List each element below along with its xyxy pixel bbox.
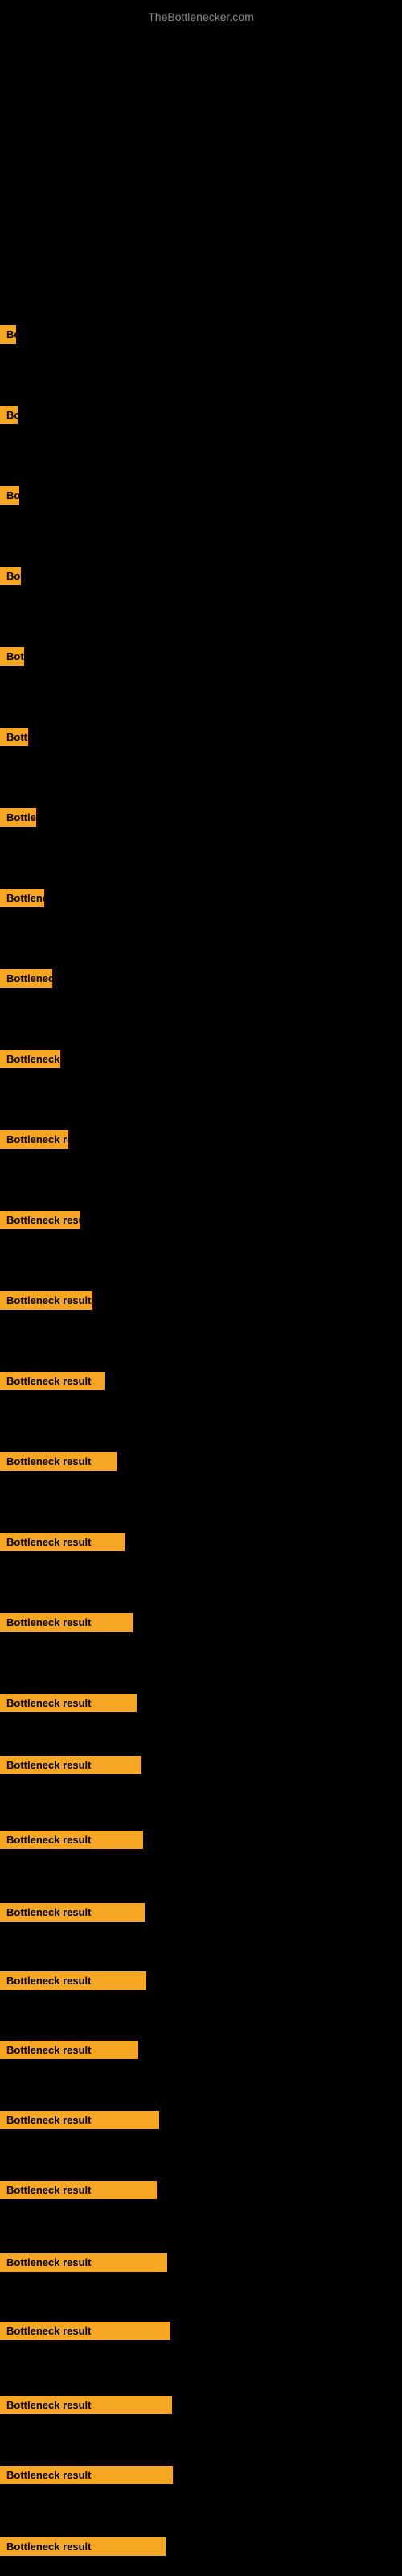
bottleneck-label: Bottleneck result (0, 2396, 172, 2414)
bottleneck-item: Bottleneck result (0, 1690, 137, 1715)
bottleneck-label: Bottleneck result (0, 728, 28, 746)
bottleneck-label: Bottleneck result (0, 1533, 125, 1551)
bottleneck-label: Bottleneck result (0, 1211, 80, 1229)
bottleneck-label: Bottleneck result (0, 2111, 159, 2129)
bottleneck-label: Bottleneck result (0, 1756, 141, 1774)
bottleneck-item: Bottleneck result (0, 966, 52, 990)
bottleneck-item: Bottleneck result (0, 1368, 105, 1393)
bottleneck-item: Bottleneck result (0, 1968, 146, 1992)
bottleneck-label: Bottleneck result (0, 647, 24, 666)
bottleneck-label: Bottleneck result (0, 325, 16, 344)
bottleneck-label: Bottleneck result (0, 1130, 68, 1149)
bottleneck-item: Bottleneck result (0, 805, 36, 829)
bottleneck-item: Bottleneck result (0, 1208, 80, 1232)
bottleneck-item: Bottleneck result (0, 1827, 143, 1852)
bottleneck-item: Bottleneck result (0, 2392, 172, 2417)
bottleneck-item: Bottleneck result (0, 2318, 170, 2343)
bottleneck-label: Bottleneck result (0, 2322, 170, 2340)
bottleneck-label: Bottleneck result (0, 2253, 167, 2272)
bottleneck-label: Bottleneck result (0, 1291, 92, 1310)
bottleneck-item: Bottleneck result (0, 2178, 157, 2202)
bottleneck-label: Bottleneck result (0, 486, 19, 505)
bottleneck-item: Bottleneck result (0, 564, 21, 588)
bottleneck-label: Bottleneck result (0, 889, 44, 907)
bottleneck-label: Bottleneck result (0, 1050, 60, 1068)
bottleneck-label: Bottleneck result (0, 2537, 166, 2556)
bottleneck-label: Bottleneck result (0, 567, 21, 585)
bottleneck-item: Bottleneck result (0, 1752, 141, 1777)
site-title: TheBottlenecker.com (0, 4, 402, 30)
bottleneck-item: Bottleneck result (0, 724, 28, 749)
bottleneck-label: Bottleneck result (0, 2181, 157, 2199)
bottleneck-label: Bottleneck result (0, 1613, 133, 1632)
bottleneck-item: Bottleneck result (0, 1900, 145, 1924)
bottleneck-label: Bottleneck result (0, 2041, 138, 2059)
bottleneck-label: Bottleneck result (0, 2466, 173, 2484)
bottleneck-item: Bottleneck result (0, 1530, 125, 1554)
bottleneck-label: Bottleneck result (0, 1694, 137, 1712)
bottleneck-label: Bottleneck result (0, 808, 36, 827)
bottleneck-item: Bottleneck result (0, 1288, 92, 1312)
bottleneck-item: Bottleneck result (0, 2037, 138, 2062)
bottleneck-label: Bottleneck result (0, 1372, 105, 1390)
bottleneck-label: Bottleneck result (0, 1831, 143, 1849)
bottleneck-item: Bottleneck result (0, 886, 44, 910)
bottleneck-item: Bottleneck result (0, 2462, 173, 2487)
bottleneck-item: Bottleneck result (0, 2534, 166, 2558)
bottleneck-item: Bottleneck result (0, 644, 24, 668)
bottleneck-label: Bottleneck result (0, 969, 52, 988)
bottleneck-item: Bottleneck result (0, 402, 18, 427)
bottleneck-label: Bottleneck result (0, 1903, 145, 1922)
bottleneck-item: Bottleneck result (0, 1449, 117, 1473)
bottleneck-label: Bottleneck result (0, 1452, 117, 1471)
bottleneck-label: Bottleneck result (0, 1971, 146, 1990)
bottleneck-item: Bottleneck result (0, 483, 19, 507)
bottleneck-item: Bottleneck result (0, 2250, 167, 2274)
bottleneck-label: Bottleneck result (0, 406, 18, 424)
bottleneck-item: Bottleneck result (0, 322, 16, 346)
bottleneck-item: Bottleneck result (0, 1127, 68, 1151)
bottleneck-item: Bottleneck result (0, 1046, 60, 1071)
bottleneck-item: Bottleneck result (0, 2107, 159, 2132)
bottleneck-item: Bottleneck result (0, 1610, 133, 1634)
